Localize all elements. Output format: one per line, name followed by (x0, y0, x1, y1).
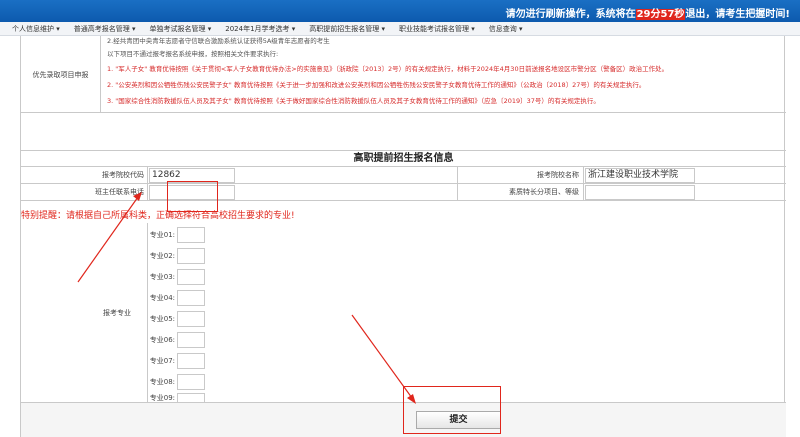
major-label: 专业03: (149, 272, 175, 281)
major-row-06: 专业06: (147, 330, 205, 349)
major-input-06[interactable] (177, 331, 205, 348)
major-row-01: 专业01: (147, 225, 205, 244)
major-label: 专业09: (149, 394, 175, 402)
majors-section: 报考专业 专业01: 专业02: 专业03: 专业04: 专业05: 专业06:… (21, 223, 786, 403)
major-input-02[interactable] (177, 247, 205, 264)
notice-suffix: 退出，请考生把握时间! (685, 9, 790, 20)
divider (457, 167, 458, 184)
major-label: 专业02: (149, 251, 175, 260)
majors-label: 报考专业 (103, 309, 131, 317)
nav-item-profile[interactable]: 个人信息维护 ▾ (12, 24, 60, 34)
major-input-01[interactable] (177, 226, 205, 243)
major-input-05[interactable] (177, 310, 205, 327)
main-nav: 个人信息维护 ▾ 普通高考报名管理 ▾ 单独考试报名管理 ▾ 2024年1月学考… (0, 22, 800, 36)
major-label: 专业06: (149, 335, 175, 344)
nav-item-gaokao[interactable]: 普通高考报名管理 ▾ (74, 24, 136, 34)
top-banner: 请勿进行刷新操作，系统将在29分57秒退出，请考生把握时间! (0, 0, 800, 22)
major-row-04: 专业04: (147, 288, 205, 307)
priority-top-line: 2.经共青团中央青年志愿者守信联合激励系统认证获得5A级青年志愿者的考生 (107, 37, 330, 45)
major-label: 专业07: (149, 356, 175, 365)
major-label: 专业04: (149, 293, 175, 302)
major-input-03[interactable] (177, 268, 205, 285)
divider (147, 167, 148, 184)
major-input-07[interactable] (177, 352, 205, 369)
major-row-08: 专业08: (147, 372, 205, 391)
nav-item-xuekao[interactable]: 2024年1月学考选考 ▾ (225, 24, 295, 34)
major-row-02: 专业02: (147, 246, 205, 265)
priority-intro: 以下项目不通过报考报名系统申报，按照相关文件要求执行: (107, 50, 279, 58)
skill-label: 素质特长分项目、等级 (509, 188, 579, 196)
major-row-03: 专业03: (147, 267, 205, 286)
priority-item: 2. "公安英烈和因公牺牲伤残公安民警子女" 教育优待按照《关于进一步加强和改进… (107, 81, 646, 89)
priority-label: 优先录取项目申报 (21, 36, 101, 113)
session-timeout-notice: 请勿进行刷新操作，系统将在29分57秒退出，请考生把握时间! (506, 5, 790, 20)
major-row-07: 专业07: (147, 351, 205, 370)
divider (583, 167, 584, 184)
spacer-row (21, 113, 786, 151)
nav-item-early-admission[interactable]: 高职提前招生报名管理 ▾ (309, 24, 385, 34)
divider (147, 184, 148, 201)
school-code-label: 报考院校代码 (102, 171, 144, 179)
highlight-box-major01 (167, 181, 218, 212)
nav-item-skill-exam[interactable]: 职业技能考试报名管理 ▾ (399, 24, 475, 34)
nav-item-info-query[interactable]: 信息查询 ▾ (489, 24, 523, 34)
school-name-label: 报考院校名称 (537, 171, 579, 179)
divider (457, 184, 458, 201)
teacher-phone-label: 班主任联系电话 (95, 188, 144, 196)
priority-section: 优先录取项目申报 2.经共青团中央青年志愿者守信联合激励系统认证获得5A级青年志… (21, 36, 786, 113)
school-row: 报考院校代码 12862 报考院校名称 浙江建设职业技术学院 (21, 167, 786, 184)
major-label: 专业05: (149, 314, 175, 323)
priority-item: 3. "国家综合性消防救援队伍人员及其子女" 教育优待按照《关于做好国家综合性消… (107, 97, 600, 105)
section-title: 高职提前招生报名信息 (21, 151, 786, 167)
priority-body: 2.经共青团中央青年志愿者守信联合激励系统认证获得5A级青年志愿者的考生 以下项… (107, 37, 767, 107)
form-frame: 优先录取项目申报 2.经共青团中央青年志愿者守信联合激励系统认证获得5A级青年志… (20, 36, 786, 437)
major-row-05: 专业05: (147, 309, 205, 328)
special-reminder: 特别提醒：请根据自己所属科类，正确选择符合高校招生要求的专业! (21, 211, 295, 221)
major-label: 专业01: (149, 230, 175, 239)
school-name-field[interactable]: 浙江建设职业技术学院 (585, 168, 695, 183)
nav-item-single-exam[interactable]: 单独考试报名管理 ▾ (150, 24, 212, 34)
countdown-timer: 29分57秒 (635, 9, 686, 20)
notice-prefix: 请勿进行刷新操作，系统将在 (505, 9, 636, 20)
divider (583, 184, 584, 201)
major-input-09[interactable] (177, 393, 205, 403)
major-input-04[interactable] (177, 289, 205, 306)
highlight-box-submit (403, 386, 501, 434)
contact-row: 班主任联系电话 素质特长分项目、等级 (21, 184, 786, 201)
major-input-08[interactable] (177, 373, 205, 390)
skill-field[interactable] (585, 185, 695, 200)
major-label: 专业08: (149, 377, 175, 386)
major-row-09: 专业09: (147, 393, 205, 403)
priority-item: 1. "军人子女" 教育优待按照《关于贯彻<军人子女教育优待办法>的实施意见》（… (107, 65, 669, 73)
